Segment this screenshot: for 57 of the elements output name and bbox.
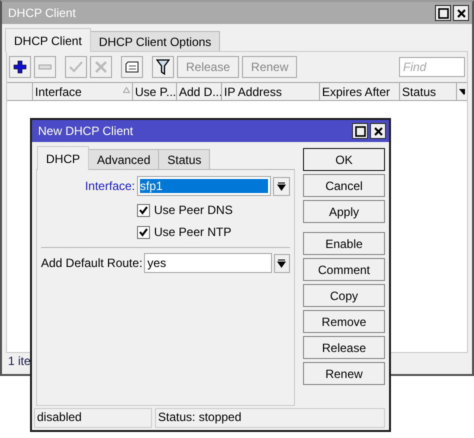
column-header[interactable]: Interface xyxy=(35,84,82,98)
column-header[interactable]: Expires After xyxy=(322,84,390,98)
checkbox[interactable] xyxy=(137,204,150,216)
square-icon xyxy=(438,8,448,18)
status-text: 1 ite xyxy=(7,353,32,370)
plus-icon xyxy=(13,60,27,74)
field-label: Add Default Route: xyxy=(41,256,142,270)
dropdown-button[interactable] xyxy=(274,254,290,272)
checkbox-label: Use Peer NTP xyxy=(154,225,232,239)
cross-icon xyxy=(95,61,107,73)
add-button[interactable] xyxy=(9,56,31,78)
dialog-button[interactable]: OK xyxy=(303,148,385,171)
column-header[interactable]: IP Address xyxy=(224,84,282,98)
maximize-button[interactable] xyxy=(352,123,368,139)
square-icon xyxy=(354,126,366,136)
dialog-button[interactable]: Cancel xyxy=(303,174,385,197)
dialog-button[interactable]: Apply xyxy=(303,200,385,223)
maximize-button[interactable] xyxy=(435,5,451,21)
column-header[interactable]: Add D... xyxy=(179,84,221,98)
checkbox[interactable] xyxy=(137,226,150,238)
checkbox-label: Use Peer DNS xyxy=(154,203,233,217)
comment-button[interactable] xyxy=(121,56,143,78)
dropdown-icon xyxy=(277,258,286,268)
dialog-button[interactable]: Copy xyxy=(303,284,385,307)
window-title: DHCP Client xyxy=(8,6,76,20)
column-header[interactable]: Status xyxy=(402,84,436,98)
dropdown-icon xyxy=(277,182,286,190)
dialog-button[interactable]: Release xyxy=(303,336,385,359)
tab[interactable]: Status xyxy=(158,149,210,169)
note-icon xyxy=(125,61,139,73)
dialog-button[interactable]: Renew xyxy=(303,362,385,385)
search-field[interactable]: Find xyxy=(399,57,465,77)
interface-dropdown[interactable]: sfp1 xyxy=(137,176,271,196)
close-icon xyxy=(456,8,466,18)
tab[interactable]: DHCP Client Options xyxy=(90,31,220,51)
close-button[interactable] xyxy=(453,5,469,21)
tab[interactable]: DHCP xyxy=(37,146,90,170)
dialog-button[interactable]: Remove xyxy=(303,310,385,333)
dropdown-button[interactable] xyxy=(273,176,290,196)
check-icon xyxy=(69,61,83,73)
default-route-dropdown[interactable]: yes xyxy=(144,253,272,273)
dialog-title: New DHCP Client xyxy=(38,124,134,138)
status-text: Status: stopped xyxy=(155,408,385,428)
dialog-button[interactable]: Enable xyxy=(303,232,385,255)
column-header[interactable]: Use P... xyxy=(135,84,176,98)
dropdown-icon[interactable] xyxy=(459,88,465,94)
tab[interactable]: DHCP Client xyxy=(5,28,91,52)
close-button[interactable] xyxy=(370,123,386,139)
close-icon xyxy=(372,126,384,136)
status-text: disabled xyxy=(34,408,152,428)
filter-icon xyxy=(156,59,170,75)
filter-button[interactable] xyxy=(152,56,174,78)
sort-icon xyxy=(123,86,130,92)
tab[interactable]: Advanced xyxy=(88,149,160,169)
field-label: Interface: xyxy=(84,179,135,193)
dialog-button[interactable]: Comment xyxy=(303,258,385,281)
minus-icon xyxy=(38,64,52,70)
